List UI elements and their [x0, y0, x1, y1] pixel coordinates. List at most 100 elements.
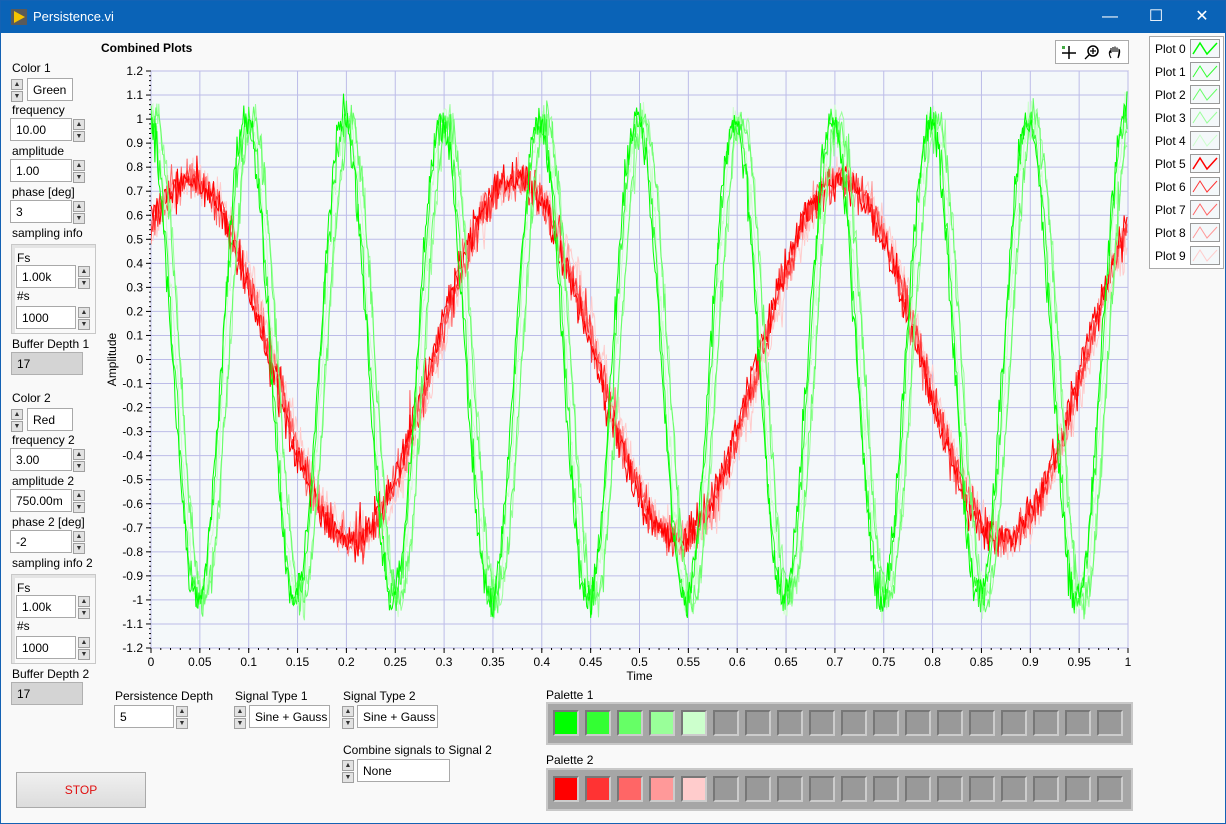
signal-type-2-decrement-arrow-icon[interactable]: ▼: [342, 718, 354, 729]
phase-decrement-arrow-icon[interactable]: ▼: [73, 213, 85, 224]
palette2-color-swatch[interactable]: [777, 776, 803, 802]
palette1-color-swatch[interactable]: [809, 710, 835, 736]
signal-type-2-ring[interactable]: Sine + Gauss: [357, 705, 438, 728]
amplitude-input[interactable]: 1.00: [10, 159, 72, 182]
samples-decrement-arrow-icon[interactable]: ▼: [78, 649, 90, 660]
samples-decrement-arrow-icon[interactable]: ▼: [78, 319, 90, 330]
persistence-depth-decrement-arrow-icon[interactable]: ▼: [176, 718, 188, 729]
persistence-depth-increment-arrow-icon[interactable]: ▲: [176, 706, 188, 717]
palette2-color-swatch[interactable]: [841, 776, 867, 802]
palette2-color-swatch[interactable]: [809, 776, 835, 802]
combine-signals-decrement-arrow-icon[interactable]: ▼: [342, 772, 354, 783]
fs-increment-arrow-icon[interactable]: ▲: [78, 266, 90, 277]
legend-item[interactable]: Plot 0: [1150, 37, 1222, 60]
fs-increment-arrow-icon[interactable]: ▲: [78, 596, 90, 607]
minimize-button[interactable]: —: [1087, 1, 1133, 33]
color-ring-decrement-arrow-icon[interactable]: ▼: [11, 91, 23, 102]
legend-item[interactable]: Plot 1: [1150, 60, 1222, 83]
frequency-increment-arrow-icon[interactable]: ▲: [73, 119, 85, 130]
palette2-color-swatch[interactable]: [553, 776, 579, 802]
palette2-color-swatch[interactable]: [905, 776, 931, 802]
legend-item[interactable]: Plot 5: [1150, 152, 1222, 175]
signal-type-1-increment-arrow-icon[interactable]: ▲: [234, 706, 246, 717]
palette1-color-swatch[interactable]: [745, 710, 771, 736]
palette2-color-swatch[interactable]: [745, 776, 771, 802]
stop-button[interactable]: STOP: [16, 772, 146, 808]
palette1-color-swatch[interactable]: [841, 710, 867, 736]
fs-input[interactable]: 1.00k: [16, 595, 76, 618]
samples-increment-arrow-icon[interactable]: ▲: [78, 637, 90, 648]
palette1-color-swatch[interactable]: [969, 710, 995, 736]
combine-signals-ring[interactable]: None: [357, 759, 450, 782]
palette1-color-swatch[interactable]: [1001, 710, 1027, 736]
palette2-color-swatch[interactable]: [873, 776, 899, 802]
frequency-input[interactable]: 10.00: [10, 118, 72, 141]
amplitude-decrement-arrow-icon[interactable]: ▼: [73, 172, 85, 183]
color-ring[interactable]: Red: [27, 408, 73, 431]
palette1-color-swatch[interactable]: [937, 710, 963, 736]
legend-item[interactable]: Plot 2: [1150, 83, 1222, 106]
samples-increment-arrow-icon[interactable]: ▲: [78, 307, 90, 318]
palette2-color-swatch[interactable]: [1065, 776, 1091, 802]
fs-input[interactable]: 1.00k: [16, 265, 76, 288]
palette1-color-swatch[interactable]: [553, 710, 579, 736]
legend-item[interactable]: Plot 8: [1150, 221, 1222, 244]
amplitude-decrement-arrow-icon[interactable]: ▼: [73, 502, 85, 513]
color-ring-increment-arrow-icon[interactable]: ▲: [11, 79, 23, 90]
phase-increment-arrow-icon[interactable]: ▲: [73, 201, 85, 212]
palette2-color-swatch[interactable]: [649, 776, 675, 802]
palette2-color-swatch[interactable]: [1033, 776, 1059, 802]
palette1-color-swatch[interactable]: [585, 710, 611, 736]
pan-hand-icon[interactable]: [1106, 44, 1124, 60]
palette1-color-swatch[interactable]: [649, 710, 675, 736]
palette2-color-swatch[interactable]: [1001, 776, 1027, 802]
palette2-color-swatch[interactable]: [1097, 776, 1123, 802]
fs-decrement-arrow-icon[interactable]: ▼: [78, 608, 90, 619]
palette1-color-swatch[interactable]: [617, 710, 643, 736]
samples-input[interactable]: 1000: [16, 636, 76, 659]
palette1-color-swatch[interactable]: [905, 710, 931, 736]
legend-item[interactable]: Plot 7: [1150, 198, 1222, 221]
legend-item[interactable]: Plot 9: [1150, 244, 1222, 267]
signal-type-1-ring[interactable]: Sine + Gauss: [249, 705, 330, 728]
palette2-color-swatch[interactable]: [937, 776, 963, 802]
palette1-color-swatch[interactable]: [1065, 710, 1091, 736]
palette1-color-swatch[interactable]: [873, 710, 899, 736]
palette1-color-swatch[interactable]: [713, 710, 739, 736]
palette2-color-swatch[interactable]: [713, 776, 739, 802]
color-ring[interactable]: Green: [27, 78, 73, 101]
legend-item[interactable]: Plot 4: [1150, 129, 1222, 152]
frequency-input[interactable]: 3.00: [10, 448, 72, 471]
palette2-color-swatch[interactable]: [681, 776, 707, 802]
legend-item[interactable]: Plot 3: [1150, 106, 1222, 129]
palette2-color-swatch[interactable]: [969, 776, 995, 802]
palette1-color-swatch[interactable]: [1033, 710, 1059, 736]
amplitude-increment-arrow-icon[interactable]: ▲: [73, 490, 85, 501]
phase-input[interactable]: 3: [10, 200, 72, 223]
frequency-increment-arrow-icon[interactable]: ▲: [73, 449, 85, 460]
persistence-depth-input[interactable]: 5: [114, 705, 174, 728]
maximize-button[interactable]: ☐: [1133, 1, 1179, 33]
signal-type-2-increment-arrow-icon[interactable]: ▲: [342, 706, 354, 717]
phase-increment-arrow-icon[interactable]: ▲: [73, 531, 85, 542]
zoom-icon[interactable]: [1083, 44, 1101, 60]
palette1-color-swatch[interactable]: [777, 710, 803, 736]
frequency-decrement-arrow-icon[interactable]: ▼: [73, 461, 85, 472]
palette1-color-swatch[interactable]: [681, 710, 707, 736]
cursor-crosshair-icon[interactable]: [1060, 44, 1078, 60]
phase-decrement-arrow-icon[interactable]: ▼: [73, 543, 85, 554]
amplitude-input[interactable]: 750.00m: [10, 489, 72, 512]
palette2-color-swatch[interactable]: [617, 776, 643, 802]
color-ring-decrement-arrow-icon[interactable]: ▼: [11, 421, 23, 432]
amplitude-increment-arrow-icon[interactable]: ▲: [73, 160, 85, 171]
combined-plots-graph[interactable]: 0 0.05 0.1 0.15 0.2 0.25 0.3 0.35 0.4 0.45 0.5 0.55…: [96, 61, 1141, 696]
samples-input[interactable]: 1000: [16, 306, 76, 329]
palette1-color-swatch[interactable]: [1097, 710, 1123, 736]
legend-item[interactable]: Plot 6: [1150, 175, 1222, 198]
signal-type-1-decrement-arrow-icon[interactable]: ▼: [234, 718, 246, 729]
color-ring-increment-arrow-icon[interactable]: ▲: [11, 409, 23, 420]
close-button[interactable]: ✕: [1179, 1, 1225, 33]
frequency-decrement-arrow-icon[interactable]: ▼: [73, 131, 85, 142]
combine-signals-increment-arrow-icon[interactable]: ▲: [342, 760, 354, 771]
fs-decrement-arrow-icon[interactable]: ▼: [78, 278, 90, 289]
